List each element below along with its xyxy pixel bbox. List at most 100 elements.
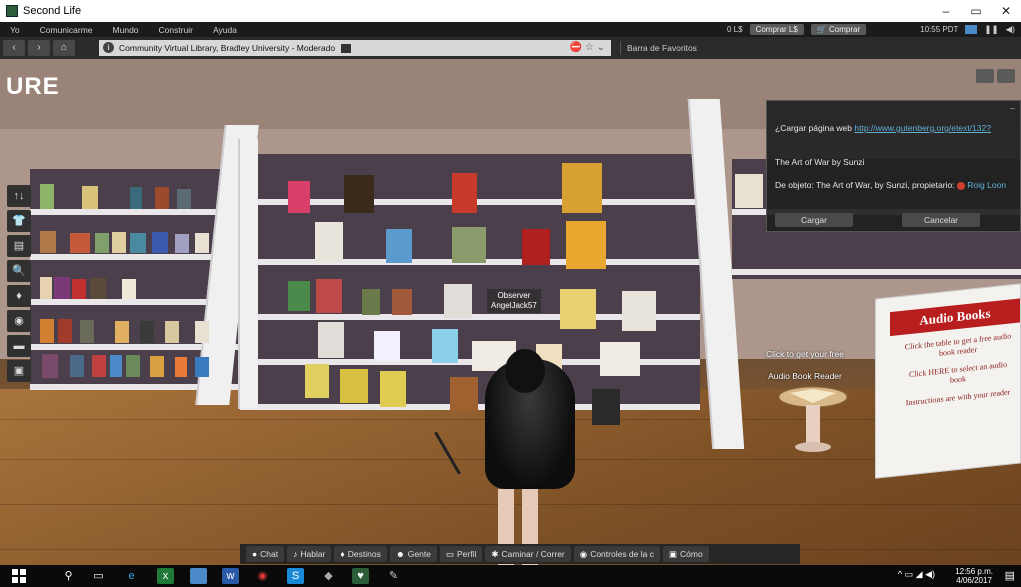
dialog-owner-link[interactable]: Roig Loon xyxy=(967,180,1006,190)
media-player-icon[interactable]: ◉ xyxy=(254,568,271,584)
file-manager-icon[interactable] xyxy=(190,568,207,584)
book[interactable] xyxy=(374,331,400,361)
system-tray[interactable]: ^ ▭ ◢ ◀) xyxy=(898,569,935,580)
inventory-icon[interactable]: ▤ xyxy=(7,235,31,257)
profile-button[interactable]: ▭ Perfil xyxy=(439,546,483,562)
book[interactable] xyxy=(522,229,550,265)
book[interactable] xyxy=(126,355,140,377)
book[interactable] xyxy=(70,355,84,377)
cube-icon[interactable] xyxy=(976,69,994,83)
book[interactable] xyxy=(444,284,472,318)
book[interactable] xyxy=(362,289,380,315)
book[interactable] xyxy=(70,233,90,253)
info-icon[interactable]: i xyxy=(103,42,114,53)
map-icon[interactable]: ▣ xyxy=(7,360,31,382)
book[interactable] xyxy=(40,231,56,253)
radar-icon[interactable]: ◉ xyxy=(7,310,31,332)
book[interactable] xyxy=(92,355,106,377)
book[interactable] xyxy=(305,364,329,398)
book[interactable] xyxy=(80,320,94,343)
app-icon[interactable]: ◆ xyxy=(320,568,337,584)
skype-icon[interactable]: S xyxy=(287,568,304,584)
camera-icon[interactable] xyxy=(997,69,1015,83)
close-button[interactable]: ✕ xyxy=(991,0,1021,22)
second-life-taskbar-icon[interactable]: ♥ xyxy=(352,568,369,584)
book[interactable] xyxy=(115,321,129,343)
walk-run-button[interactable]: ✱ Caminar / Correr xyxy=(485,546,571,562)
menu-communicate[interactable]: Comunicarme xyxy=(40,25,93,35)
forward-button[interactable]: › xyxy=(28,40,50,56)
book[interactable] xyxy=(42,354,58,378)
snapshot-icon[interactable]: ▬ xyxy=(7,335,31,357)
book[interactable] xyxy=(600,342,640,376)
monitor-icon[interactable] xyxy=(965,25,978,34)
book[interactable] xyxy=(340,369,368,403)
book[interactable] xyxy=(344,175,374,213)
favorites-bar[interactable]: Barra de Favoritos xyxy=(627,37,697,59)
book[interactable] xyxy=(566,221,606,269)
minimize-button[interactable]: – xyxy=(931,0,961,22)
people-button[interactable]: ☻ Gente xyxy=(389,546,437,562)
search-icon[interactable]: 🔍 xyxy=(7,260,31,282)
book[interactable] xyxy=(152,232,168,253)
book[interactable] xyxy=(432,329,458,363)
notifications-icon[interactable]: ▤ xyxy=(1005,569,1015,582)
favorite-star-icon[interactable]: ☆ xyxy=(585,42,594,53)
destinations-button[interactable]: ♦ Destinos xyxy=(334,546,387,562)
talk-button[interactable]: ♪ Hablar xyxy=(287,546,332,562)
book[interactable] xyxy=(622,291,656,331)
book[interactable] xyxy=(130,187,142,209)
linden-balance[interactable]: 0 L$ xyxy=(727,25,743,34)
book[interactable] xyxy=(315,222,343,262)
dropdown-chevron-icon[interactable]: ⌄ xyxy=(597,42,605,53)
avatar-hood[interactable] xyxy=(505,349,545,393)
places-icon[interactable]: ♦ xyxy=(7,285,31,307)
home-button[interactable]: ⌂ xyxy=(53,40,75,56)
volume-icon[interactable]: ◀) xyxy=(1006,24,1015,35)
book-reader-stand[interactable] xyxy=(778,385,848,455)
windows-start-icon[interactable] xyxy=(12,569,26,583)
book[interactable] xyxy=(560,289,596,329)
book[interactable] xyxy=(40,184,54,209)
book[interactable] xyxy=(735,174,763,208)
book[interactable] xyxy=(112,232,126,253)
search-icon[interactable]: ⚲ xyxy=(60,568,77,584)
task-view-icon[interactable]: ▭ xyxy=(90,568,107,584)
book[interactable] xyxy=(195,357,209,377)
book[interactable] xyxy=(380,371,406,407)
book[interactable] xyxy=(452,227,486,263)
location-input[interactable]: i Community Virtual Library, Bradley Uni… xyxy=(99,40,611,56)
book[interactable] xyxy=(140,321,154,343)
book[interactable] xyxy=(318,322,344,358)
dialog-close-button[interactable]: – xyxy=(1010,103,1015,113)
book[interactable] xyxy=(386,229,412,263)
back-button[interactable]: ‹ xyxy=(3,40,25,56)
maximize-button[interactable]: ▭ xyxy=(961,0,991,22)
how-to-button[interactable]: ▣ Cómo xyxy=(662,546,709,562)
3d-viewport[interactable]: URE Observer AngelJack57 Click to get yo… xyxy=(0,59,1021,565)
appearance-icon[interactable]: 👕 xyxy=(7,210,31,232)
word-icon[interactable]: w xyxy=(222,568,239,584)
menu-help[interactable]: Ayuda xyxy=(213,25,237,35)
paint-icon[interactable]: ✎ xyxy=(385,568,402,584)
movement-icon[interactable]: ↑↓ xyxy=(7,185,31,207)
audio-books-sign[interactable]: Audio Books Click the table to get a fre… xyxy=(875,283,1021,479)
book[interactable] xyxy=(122,279,136,299)
book[interactable] xyxy=(562,163,602,213)
chat-button[interactable]: ● Chat xyxy=(246,546,285,562)
book[interactable] xyxy=(72,279,86,299)
book[interactable] xyxy=(130,233,146,253)
book[interactable] xyxy=(82,186,98,209)
book[interactable] xyxy=(177,189,191,209)
book[interactable] xyxy=(110,355,122,377)
book[interactable] xyxy=(288,281,310,311)
menu-world[interactable]: Mundo xyxy=(113,25,139,35)
book[interactable] xyxy=(288,181,310,213)
excel-icon[interactable]: x xyxy=(157,568,174,584)
edge-browser-icon[interactable]: e xyxy=(123,568,140,584)
book[interactable] xyxy=(58,319,72,343)
camera-controls-button[interactable]: ◉ Controles de la c xyxy=(573,546,660,562)
book[interactable] xyxy=(392,289,412,315)
dialog-url-link[interactable]: http://www.gutenberg.org/etext/132? xyxy=(854,123,991,133)
book[interactable] xyxy=(316,279,342,313)
